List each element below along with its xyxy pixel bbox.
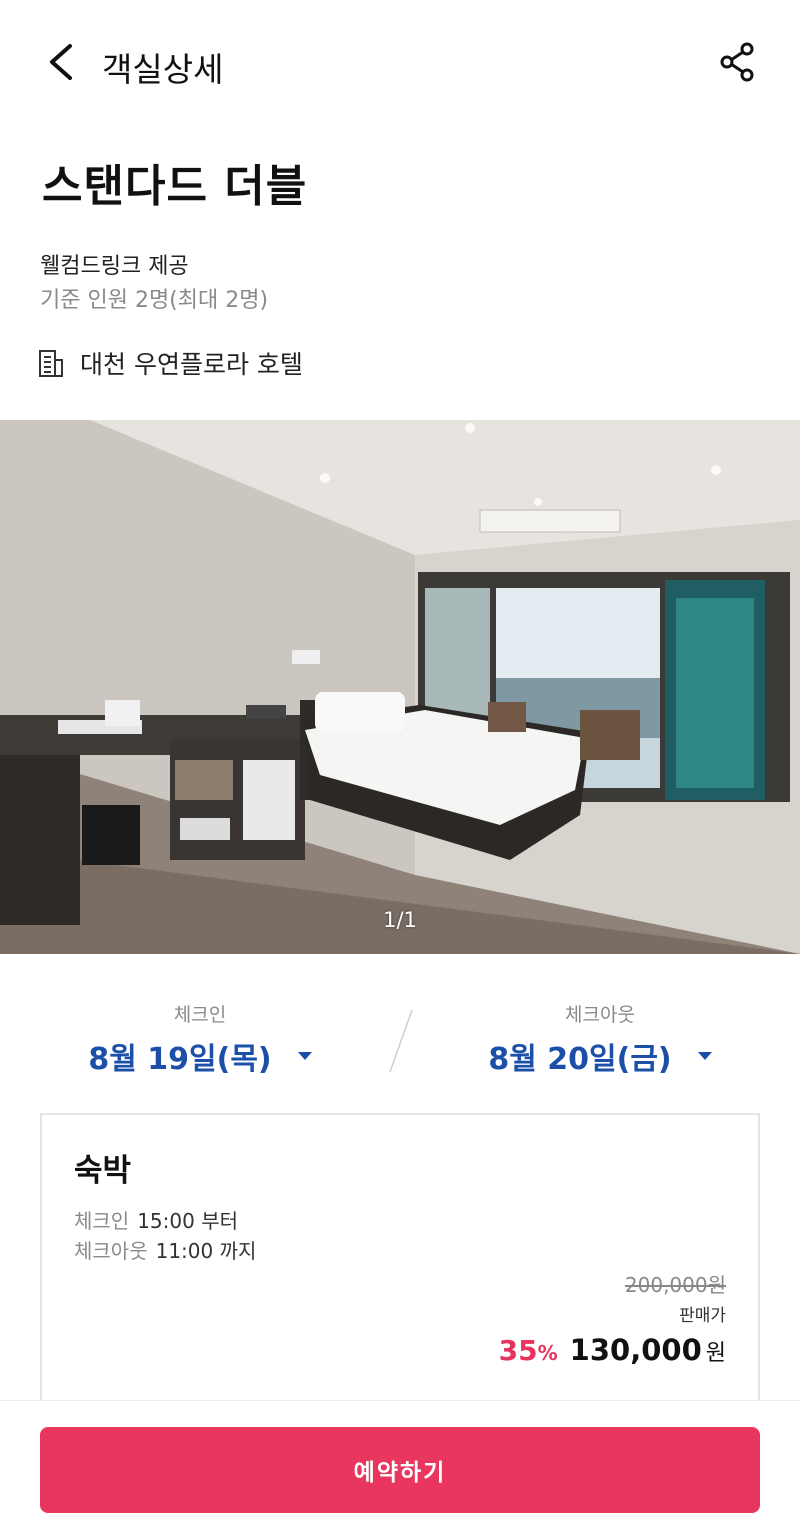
- checkin-time-label: 체크인: [74, 1209, 130, 1233]
- stay-option-card[interactable]: 숙박 체크인 15:00 부터 체크아웃 11:00 까지 200,000원 판매가…: [40, 1113, 760, 1413]
- checkin-date-picker[interactable]: 체크인 8월 19일(목): [0, 1000, 400, 1078]
- chevron-left-icon: [50, 44, 72, 80]
- caret-down-icon: [697, 1052, 712, 1060]
- price-row: 35% 130,000 원: [499, 1333, 726, 1367]
- sale-price-label: 판매가: [679, 1306, 726, 1326]
- room-name: 스탠다드 더블: [42, 161, 308, 212]
- checkout-time-value: 11:00 까지: [155, 1239, 257, 1263]
- building-icon: [39, 350, 63, 377]
- checkin-time-value: 15:00 부터: [137, 1209, 238, 1233]
- discount-unit: %: [537, 1341, 558, 1365]
- checkin-date-value: 8월 19일(목): [88, 1042, 272, 1077]
- discount-rate: 35%: [499, 1334, 558, 1367]
- room-capacity: 기준 인원 2명(최대 2명): [40, 288, 269, 313]
- original-price: 200,000원: [624, 1273, 726, 1297]
- room-benefit: 웰컴드링크 제공: [40, 254, 189, 279]
- currency-unit: 원: [705, 1341, 726, 1366]
- sale-price: 130,000: [569, 1333, 702, 1367]
- discount-value: 35: [498, 1334, 538, 1367]
- hotel-link[interactable]: 대천 우연플로라 호텔: [38, 346, 303, 380]
- back-button[interactable]: [40, 40, 84, 84]
- checkout-date-button[interactable]: 8월 20일(금): [400, 1034, 800, 1078]
- bottom-action-bar: 예약하기: [0, 1400, 800, 1533]
- checkin-date-button[interactable]: 8월 19일(목): [0, 1034, 400, 1078]
- checkout-date-label: 체크아웃: [565, 1004, 635, 1026]
- hotel-name: 대천 우연플로라 호텔: [80, 350, 303, 379]
- room-photo[interactable]: 1/1: [0, 420, 800, 954]
- checkout-date-value: 8월 20일(금): [488, 1042, 672, 1077]
- reserve-button[interactable]: 예약하기: [40, 1427, 760, 1513]
- checkin-date-label: 체크인: [173, 1004, 227, 1026]
- checkout-date-picker[interactable]: 체크아웃 8월 20일(금): [400, 1000, 800, 1078]
- app-header: 객실상세: [0, 0, 800, 125]
- page-title: 객실상세: [102, 50, 224, 89]
- share-icon: [720, 42, 754, 82]
- option-title: 숙박: [74, 1153, 132, 1189]
- date-selector: 체크인 8월 19일(목) 체크아웃 8월 20일(금): [0, 1000, 800, 1080]
- photo-counter: 1/1: [383, 908, 417, 932]
- caret-down-icon: [297, 1052, 312, 1060]
- checkin-time-row: 체크인 15:00 부터: [74, 1205, 238, 1234]
- room-photo-illustration: [0, 420, 800, 954]
- checkout-time-row: 체크아웃 11:00 까지: [74, 1235, 256, 1264]
- reserve-button-label: 예약하기: [353, 1460, 447, 1486]
- checkout-time-label: 체크아웃: [74, 1239, 148, 1263]
- share-button[interactable]: [716, 40, 760, 84]
